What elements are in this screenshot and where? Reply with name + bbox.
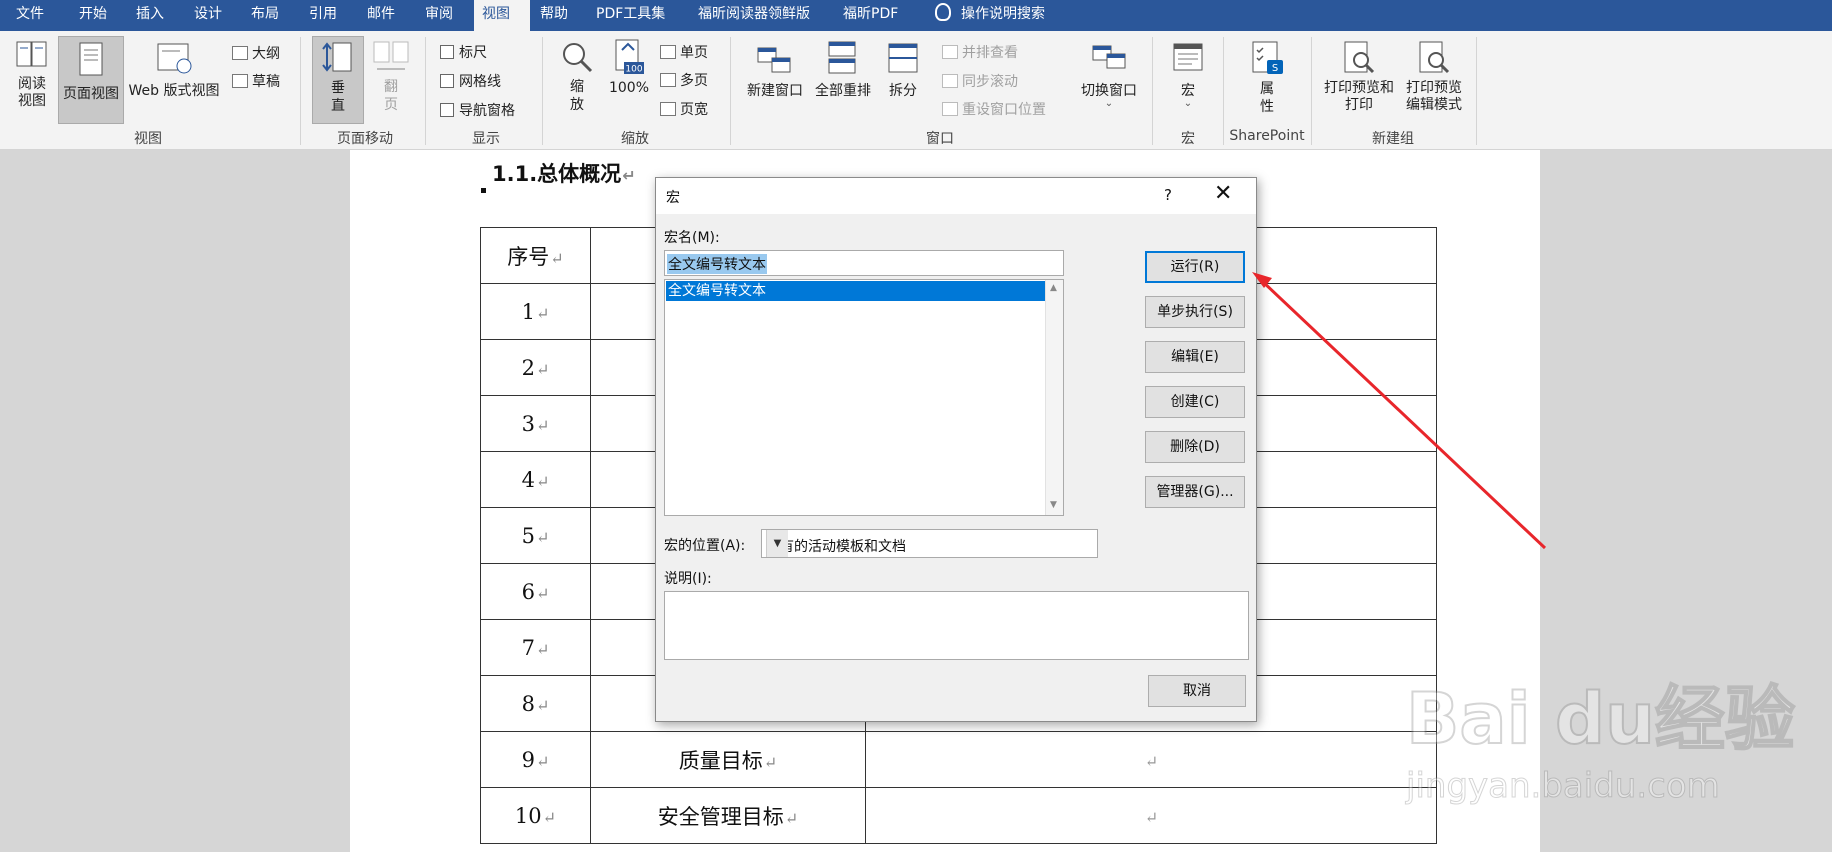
baidu-watermark-url: jingyan.baidu.com	[1406, 766, 1721, 807]
baidu-watermark-logo: Bai du经验	[1405, 677, 1796, 761]
baidu-watermark: Bai du经验 jingyan.baidu.com	[1405, 663, 1832, 813]
